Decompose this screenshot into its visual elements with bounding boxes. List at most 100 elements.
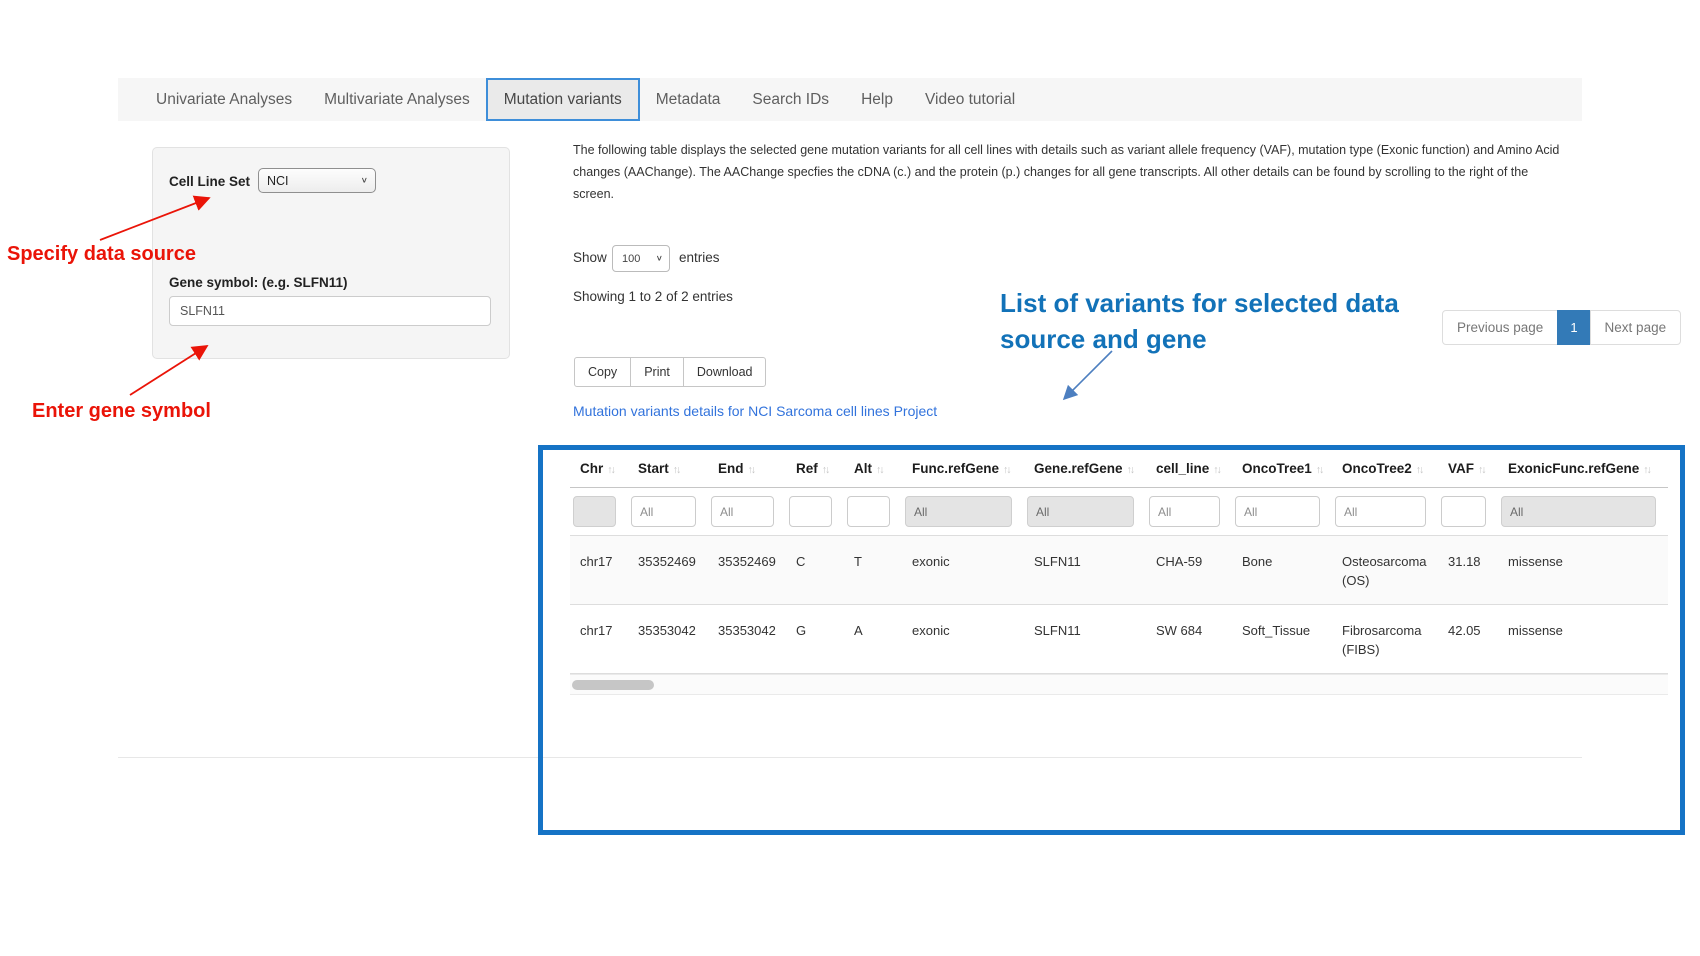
filter-cell-ref	[786, 488, 844, 536]
app-canvas: { "nav": { "tabs": ["Univariate Analyses…	[0, 0, 1700, 956]
cell-vaf: 42.05	[1438, 605, 1498, 674]
filter-input-oncotree1[interactable]	[1235, 496, 1320, 527]
sort-icon[interactable]: ↑↓	[607, 464, 614, 476]
cell-oncotree1: Bone	[1232, 536, 1332, 605]
column-header-func-refgene[interactable]: Func.refGene↑↓	[902, 449, 1024, 488]
column-header-ref[interactable]: Ref↑↓	[786, 449, 844, 488]
sort-icon[interactable]: ↑↓	[1643, 464, 1650, 476]
filter-select-chr[interactable]	[573, 496, 616, 527]
chevron-down-icon: ∨	[361, 176, 368, 185]
tab-univariate-analyses[interactable]: Univariate Analyses	[140, 78, 308, 121]
sort-icon[interactable]: ↑↓	[1003, 464, 1010, 476]
column-header-alt[interactable]: Alt↑↓	[844, 449, 902, 488]
cell-oncotree2: Fibrosarcoma (FIBS)	[1332, 605, 1438, 674]
filter-select-exonicfunc-refgene[interactable]: All	[1501, 496, 1656, 527]
gene-symbol-label: Gene symbol: (e.g. SLFN11)	[169, 275, 348, 290]
column-header-label: VAF	[1448, 461, 1474, 476]
variants-arrow	[1064, 351, 1112, 399]
column-header-gene-refgene[interactable]: Gene.refGene↑↓	[1024, 449, 1146, 488]
filter-cell-chr	[570, 488, 628, 536]
filter-cell-end	[708, 488, 786, 536]
page-length-select[interactable]: 100 ∨	[612, 245, 670, 272]
cell-oncotree1: Soft_Tissue	[1232, 605, 1332, 674]
scrollbar-thumb[interactable]	[572, 680, 654, 690]
horizontal-scrollbar[interactable]	[570, 674, 1668, 695]
column-header-chr[interactable]: Chr ↑↓	[570, 449, 628, 488]
cell-line-set-select[interactable]: NCI ∨	[258, 168, 376, 193]
sort-icon[interactable]: ↑↓	[1416, 464, 1423, 476]
cell-exonicfunc-refgene: missense	[1498, 536, 1668, 605]
sort-icon[interactable]: ↑↓	[822, 464, 829, 476]
sort-icon[interactable]: ↑↓	[673, 464, 680, 476]
cell-gene-refgene: SLFN11	[1024, 605, 1146, 674]
cell-func-refgene: exonic	[902, 605, 1024, 674]
column-header-label: End	[718, 461, 744, 476]
filter-input-end[interactable]	[711, 496, 774, 527]
filter-input-start[interactable]	[631, 496, 696, 527]
page-divider	[118, 757, 1582, 758]
copy-button[interactable]: Copy	[574, 357, 631, 387]
cell-ref: G	[786, 605, 844, 674]
cell-line-set-value: NCI	[267, 174, 289, 188]
filter-input-vaf[interactable]	[1441, 496, 1486, 527]
filter-select-func-refgene[interactable]: All	[905, 496, 1012, 527]
cell-line-set-label: Cell Line Set	[169, 174, 250, 189]
previous-page-button[interactable]: Previous page	[1442, 310, 1558, 345]
cell-start: 35352469	[628, 536, 708, 605]
page-length-value: 100	[622, 253, 640, 265]
tab-video-tutorial[interactable]: Video tutorial	[909, 78, 1031, 121]
tab-metadata[interactable]: Metadata	[640, 78, 737, 121]
filter-cell-gene-refgene: All	[1024, 488, 1146, 536]
sort-icon[interactable]: ↑↓	[1127, 464, 1134, 476]
gene-symbol-input[interactable]	[169, 296, 491, 326]
sort-icon[interactable]: ↑↓	[1478, 464, 1485, 476]
sort-icon[interactable]: ↑↓	[876, 464, 883, 476]
tab-mutation-variants[interactable]: Mutation variants	[486, 78, 640, 121]
entries-label: entries	[679, 250, 720, 265]
filter-cell-exonicfunc-refgene: All	[1498, 488, 1668, 536]
table-description: The following table displays the selecte…	[573, 139, 1565, 205]
column-header-exonicfunc-refgene[interactable]: ExonicFunc.refGene ↑↓	[1498, 449, 1668, 488]
filter-input-alt[interactable]	[847, 496, 890, 527]
sort-icon[interactable]: ↑↓	[748, 464, 755, 476]
cell-oncotree2: Osteosarcoma (OS)	[1332, 536, 1438, 605]
filter-cell-oncotree2	[1332, 488, 1438, 536]
download-button[interactable]: Download	[683, 357, 767, 387]
filter-cell-cell-line	[1146, 488, 1232, 536]
filter-select-gene-refgene[interactable]: All	[1027, 496, 1134, 527]
tab-search-ids[interactable]: Search IDs	[736, 78, 845, 121]
cell-alt: A	[844, 605, 902, 674]
chevron-down-icon: ∨	[656, 254, 663, 263]
column-header-label: Chr	[580, 461, 603, 476]
navbar: Univariate AnalysesMultivariate Analyses…	[118, 78, 1582, 121]
column-header-vaf[interactable]: VAF ↑↓	[1438, 449, 1498, 488]
column-header-oncotree1[interactable]: OncoTree1↑↓	[1232, 449, 1332, 488]
sort-icon[interactable]: ↑↓	[1213, 464, 1220, 476]
cell-vaf: 31.18	[1438, 536, 1498, 605]
column-header-label: ExonicFunc.refGene	[1508, 461, 1639, 476]
cell-chr: chr17	[570, 536, 628, 605]
showing-entries-text: Showing 1 to 2 of 2 entries	[573, 289, 733, 304]
cell-exonicfunc-refgene: missense	[1498, 605, 1668, 674]
next-page-button[interactable]: Next page	[1590, 310, 1682, 345]
filter-input-cell-line[interactable]	[1149, 496, 1220, 527]
filter-input-ref[interactable]	[789, 496, 832, 527]
column-header-oncotree2[interactable]: OncoTree2↑↓	[1332, 449, 1438, 488]
cell-end: 35353042	[708, 605, 786, 674]
variants-table-container: Chr↑↓Start↑↓End↑↓Ref↑↓Alt↑↓Func.refGene↑…	[570, 449, 1668, 695]
column-header-start[interactable]: Start↑↓	[628, 449, 708, 488]
table-row: chr173535304235353042GAexonicSLFN11SW 68…	[570, 605, 1668, 674]
cell-gene-refgene: SLFN11	[1024, 536, 1146, 605]
settings-panel: Cell Line Set NCI ∨ Gene symbol: (e.g. S…	[152, 147, 510, 359]
show-label: Show	[573, 250, 607, 265]
tab-multivariate-analyses[interactable]: Multivariate Analyses	[308, 78, 486, 121]
sort-icon[interactable]: ↑↓	[1316, 464, 1323, 476]
filter-input-oncotree2[interactable]	[1335, 496, 1426, 527]
column-header-cell-line[interactable]: cell_line↑↓	[1146, 449, 1232, 488]
column-header-end[interactable]: End ↑↓	[708, 449, 786, 488]
annotation-list-of-variants: List of variants for selected data sourc…	[1000, 285, 1399, 357]
tab-help[interactable]: Help	[845, 78, 909, 121]
print-button[interactable]: Print	[630, 357, 684, 387]
table-title-link[interactable]: Mutation variants details for NCI Sarcom…	[573, 403, 937, 419]
page-1-button[interactable]: 1	[1557, 310, 1590, 345]
